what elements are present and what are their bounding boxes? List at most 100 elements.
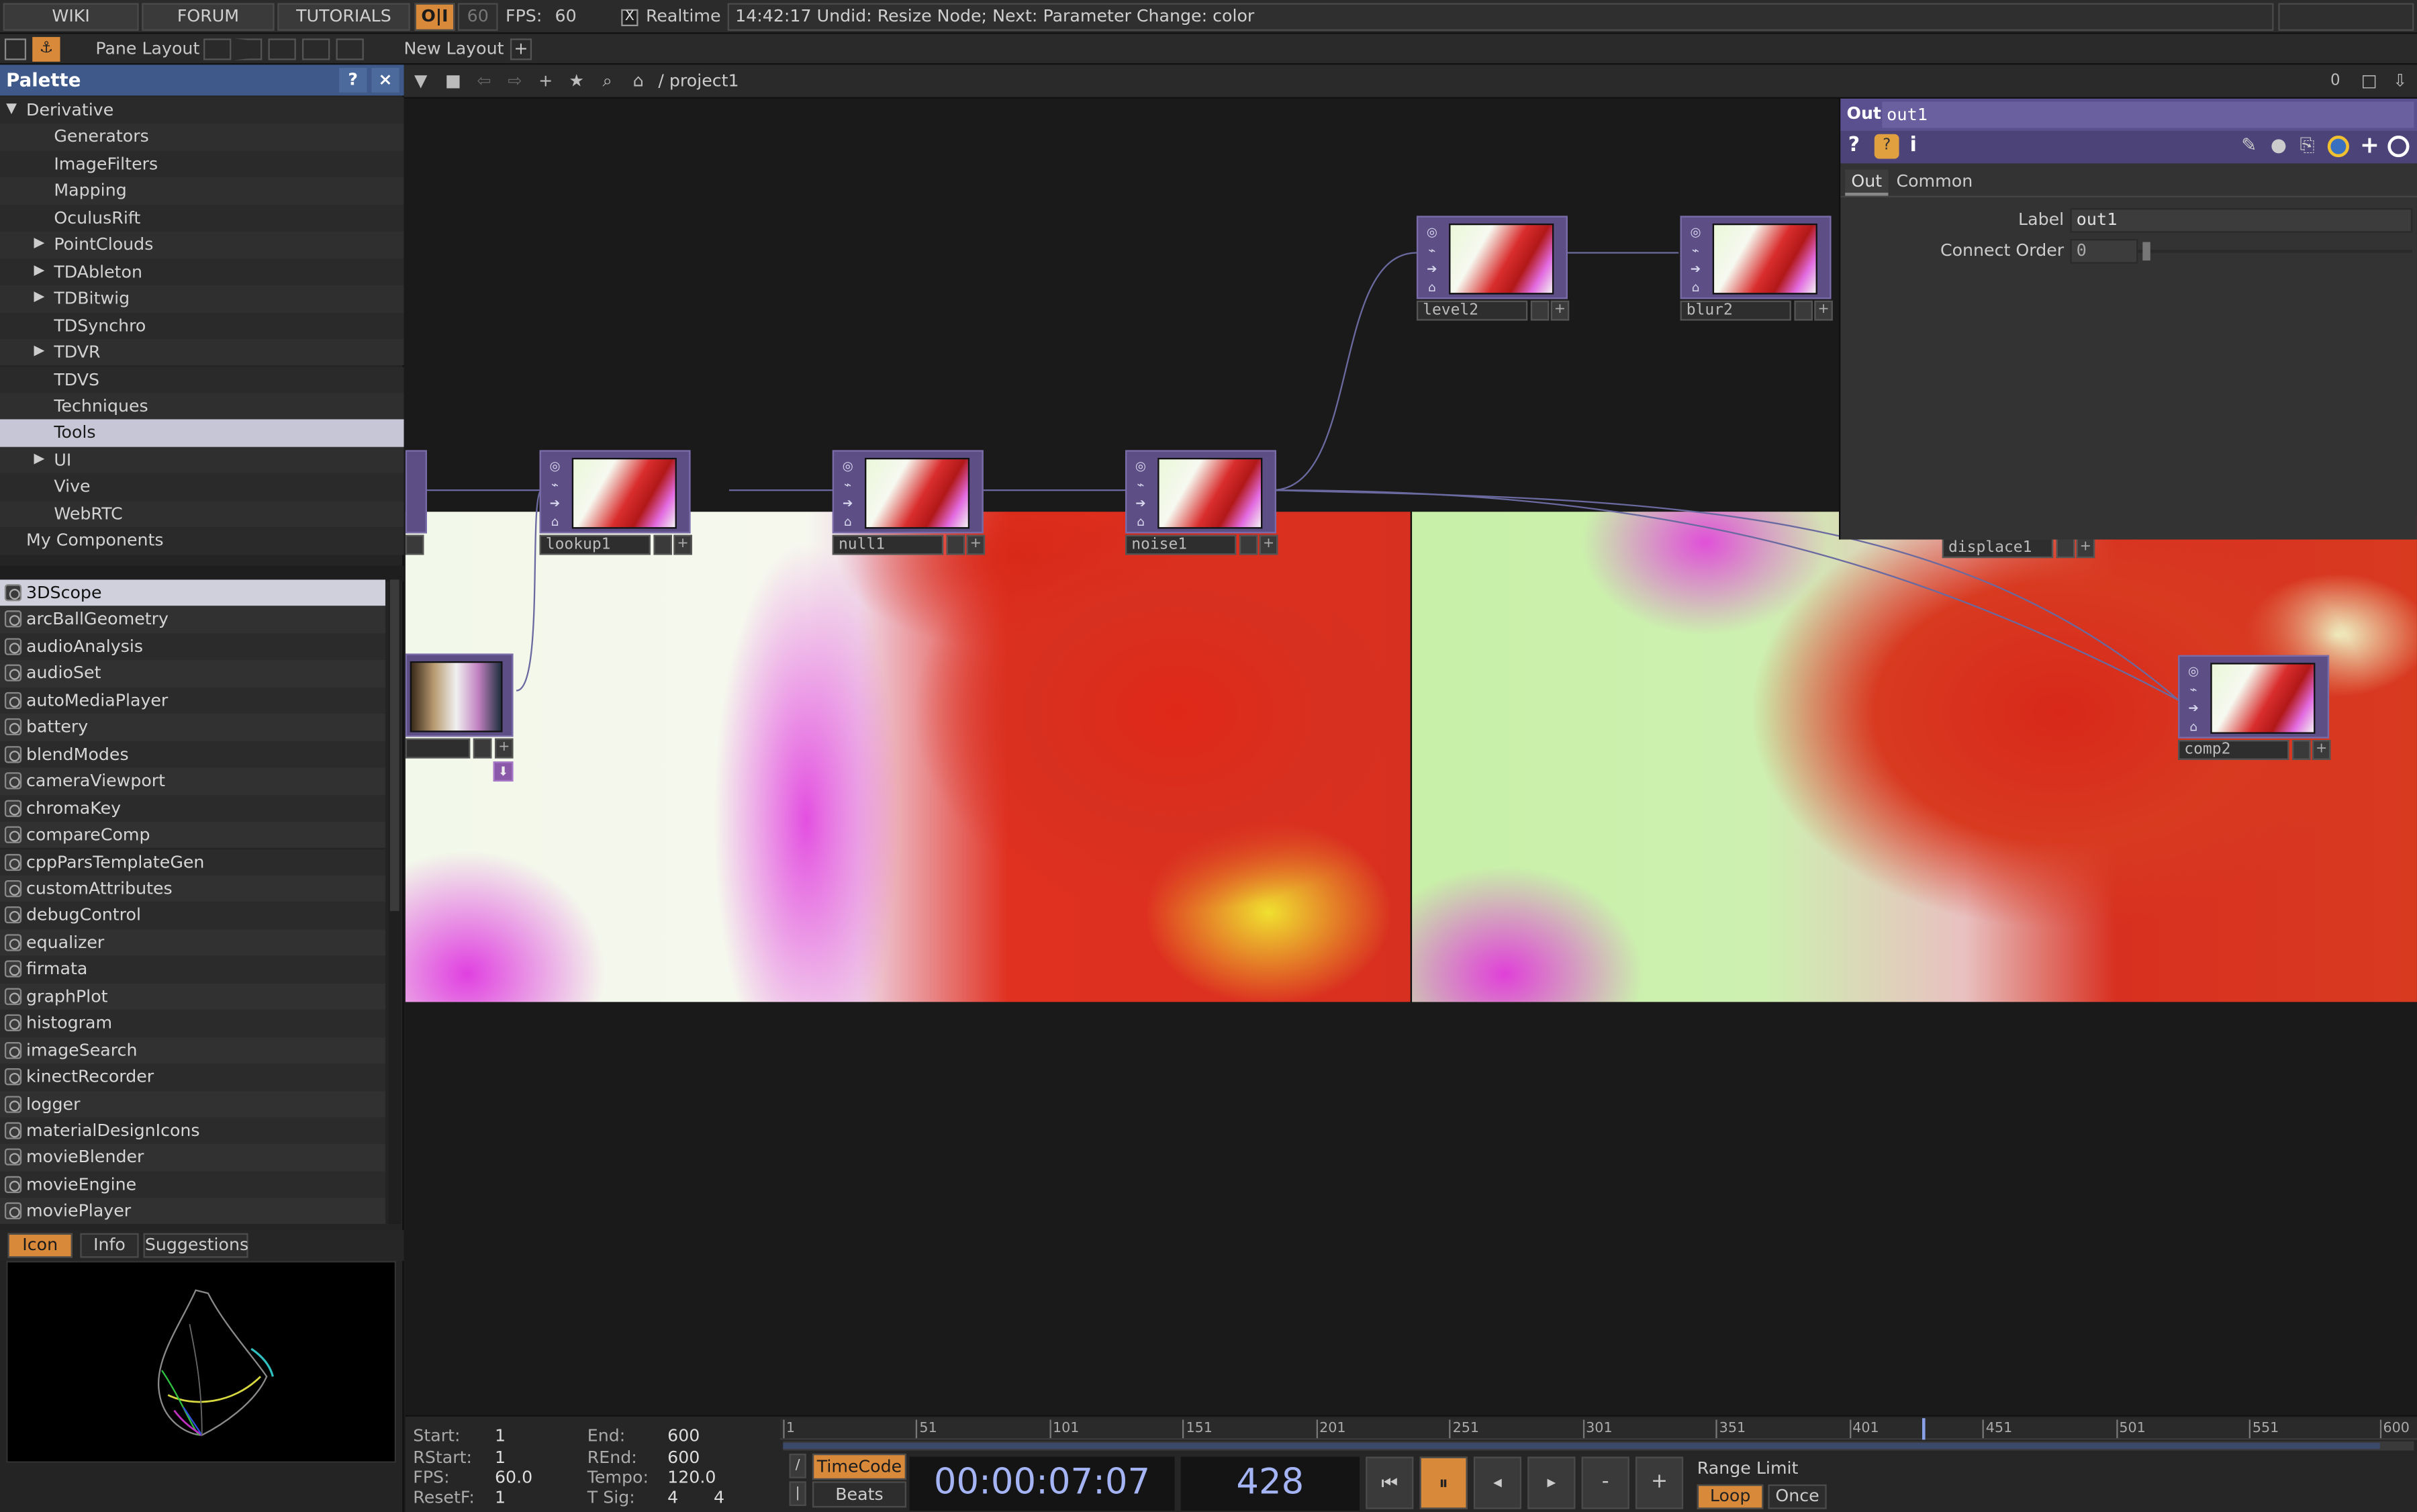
window-icon[interactable] — [4, 38, 27, 60]
layout-triple-icon[interactable] — [336, 38, 364, 60]
viewer-icon[interactable]: ◎ — [2183, 663, 2204, 679]
node-body[interactable]: ◎ ⌁ ➔ ⌂ — [1125, 450, 1277, 534]
tab-out[interactable]: Out — [1845, 169, 1889, 196]
maximize-icon[interactable]: □ — [2359, 71, 2380, 93]
collapse-arrow-icon[interactable]: ▶ — [34, 232, 45, 258]
timecode-toggle[interactable]: TimeCode — [812, 1454, 906, 1480]
component-list-item[interactable]: movieEngine — [0, 1171, 385, 1198]
node-blur2[interactable]: ◎ ⌁ ➔ ⌂ blur2 + — [1680, 216, 1833, 321]
node-body[interactable]: ◎ ⌁ ➔ ⌂ — [2178, 655, 2330, 739]
node-ramp-output-icon[interactable]: ⬇ — [493, 761, 514, 782]
node-name-label[interactable]: level2 — [1416, 300, 1528, 321]
node-add-icon[interactable]: + — [1259, 534, 1278, 555]
pin-icon[interactable]: ⇩ — [2389, 71, 2411, 93]
component-list-item[interactable]: audioSet — [0, 660, 385, 688]
node-display-flag[interactable] — [1530, 300, 1550, 321]
forward-icon[interactable]: ⇨ — [504, 71, 526, 93]
top-right-field[interactable] — [2278, 3, 2414, 31]
lock-icon[interactable]: ⌂ — [2183, 718, 2204, 735]
palette-tree-item[interactable]: ▶ PointClouds — [0, 231, 404, 258]
timeline-slash-icon[interactable]: / — [789, 1454, 806, 1478]
node-display-flag[interactable] — [653, 534, 673, 555]
tutorials-button[interactable]: TUTORIALS — [277, 3, 410, 31]
copy-icon[interactable]: ⎘ — [2300, 134, 2314, 157]
component-list-item[interactable]: graphPlot — [0, 983, 385, 1010]
edit-icon[interactable]: ✎ — [2241, 134, 2257, 156]
palette-close-button[interactable]: × — [371, 68, 399, 93]
node-display-flag[interactable] — [946, 534, 965, 555]
node-body[interactable]: ◎ ⌁ ➔ ⌂ — [1680, 216, 1832, 299]
node-add-icon[interactable]: + — [2076, 538, 2095, 559]
node-body[interactable]: ◎ ⌁ ➔ ⌂ — [832, 450, 984, 534]
label-param-field[interactable]: out1 — [2070, 207, 2413, 233]
comment-icon[interactable]: ● — [2271, 134, 2287, 156]
palette-help-button[interactable]: ? — [339, 68, 367, 93]
pause-icon[interactable]: ⏸ — [1419, 1456, 1468, 1509]
layout-single-icon[interactable] — [203, 38, 232, 60]
component-list-item[interactable]: compareComp — [0, 821, 385, 849]
palette-tree-item[interactable]: ▶ TDAbleton — [0, 258, 404, 286]
tsig-denominator[interactable]: 4 — [714, 1488, 724, 1508]
node-noise1[interactable]: ◎ ⌁ ➔ ⌂ noise1 + — [1125, 450, 1278, 555]
node-name-label[interactable]: comp2 — [2178, 740, 2289, 760]
component-list-item[interactable]: kinectRecorder — [0, 1064, 385, 1091]
collapse-arrow-icon[interactable]: ▶ — [34, 258, 45, 285]
connect-order-slider-handle[interactable] — [2142, 242, 2150, 261]
component-list-item[interactable]: 3DScope — [0, 579, 385, 607]
slower-button[interactable]: - — [1581, 1456, 1629, 1509]
node-ramp-label[interactable] — [405, 738, 471, 759]
perform-mode-button[interactable]: O|I — [414, 3, 455, 31]
cook-icon[interactable]: ➔ — [2183, 700, 2204, 716]
component-list-item[interactable]: imageSearch — [0, 1037, 385, 1064]
info-icon[interactable]: i — [1910, 134, 1917, 157]
bypass-icon[interactable]: ⌁ — [1130, 476, 1151, 493]
connect-order-slider-track[interactable] — [2138, 249, 2413, 253]
node-display-flag[interactable] — [1794, 300, 1813, 321]
lock-icon[interactable]: ⌂ — [1685, 279, 1706, 296]
component-list-item[interactable]: movieBlender — [0, 1144, 385, 1172]
rend-value[interactable]: 600 — [667, 1448, 700, 1468]
viewer-icon[interactable]: ◎ — [1130, 458, 1151, 475]
node-body[interactable]: ◎ ⌁ ➔ ⌂ — [539, 450, 691, 534]
component-list-item[interactable]: cppParsTemplateGen — [0, 848, 385, 876]
palette-tree-item[interactable]: OculusRift — [0, 204, 404, 232]
viewer-icon[interactable]: ◎ — [544, 458, 565, 475]
stop-icon[interactable]: ■ — [442, 71, 464, 93]
layout-stack-icon[interactable] — [268, 38, 296, 60]
lock-icon[interactable]: ⌂ — [1130, 514, 1151, 530]
node-body[interactable]: ◎ ⌁ ➔ ⌂ — [1416, 216, 1568, 299]
component-list-item[interactable]: battery — [0, 714, 385, 741]
tsig-numerator[interactable]: 4 — [667, 1488, 678, 1508]
palette-tree-item[interactable]: Mapping — [0, 177, 404, 205]
palette-tree-item[interactable]: Techniques — [0, 393, 404, 420]
node-add-icon[interactable]: + — [1550, 300, 1570, 321]
layout-quad-icon[interactable] — [301, 38, 330, 60]
step-forward-icon[interactable]: ▸ — [1527, 1456, 1576, 1509]
palette-tree-item[interactable]: WebRTC — [0, 500, 404, 528]
node-partial-left[interactable] — [405, 450, 427, 534]
node-name-label[interactable]: blur2 — [1680, 300, 1791, 321]
palette-tree-item[interactable]: TDSynchro — [0, 312, 404, 340]
resetf-value[interactable]: 1 — [495, 1488, 506, 1508]
add-layout-icon[interactable]: + — [510, 38, 532, 60]
cook-icon[interactable]: ➔ — [1421, 261, 1443, 277]
home-icon[interactable]: ⚓ — [32, 37, 60, 62]
viewer-icon[interactable]: ◎ — [1685, 224, 1706, 240]
node-add-icon[interactable]: + — [966, 534, 986, 555]
node-name-label[interactable]: displace1 — [1942, 538, 2054, 559]
python-icon[interactable] — [2327, 136, 2349, 158]
rewind-icon[interactable]: ⏮ — [1366, 1456, 1414, 1509]
forum-button[interactable]: FORUM — [142, 3, 275, 31]
target-icon[interactable] — [2387, 136, 2410, 158]
component-list-scrollbar[interactable] — [388, 579, 401, 1224]
component-list-item[interactable]: logger — [0, 1090, 385, 1118]
cook-icon[interactable]: ➔ — [837, 495, 859, 512]
node-name-label[interactable]: lookup1 — [539, 534, 651, 555]
beats-toggle[interactable]: Beats — [812, 1481, 906, 1508]
node-ramp[interactable] — [405, 653, 514, 737]
op-name-field[interactable]: out1 — [1882, 101, 2414, 128]
component-list-item[interactable]: cameraViewport — [0, 767, 385, 795]
rstart-value[interactable]: 1 — [495, 1448, 506, 1468]
connect-order-field[interactable]: 0 — [2070, 238, 2138, 264]
python-help-icon[interactable]: ? — [1874, 134, 1899, 159]
